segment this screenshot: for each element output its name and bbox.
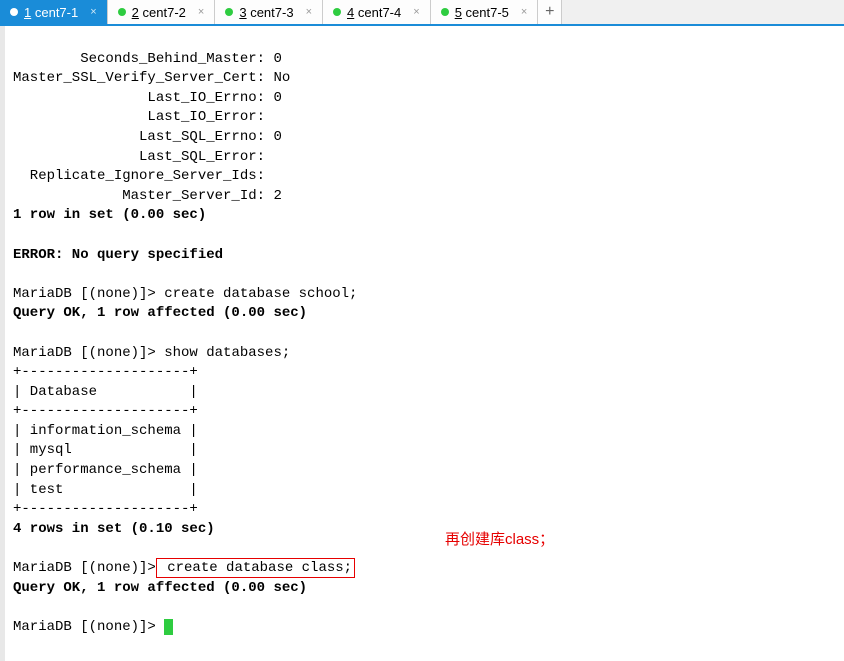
table-row: | test |	[13, 482, 198, 498]
annotation-text: 再创建库class；	[445, 530, 554, 550]
status-line: Last_SQL_Error:	[13, 149, 265, 165]
query-ok: Query OK, 1 row affected (0.00 sec)	[13, 580, 307, 596]
close-icon[interactable]: ×	[90, 6, 96, 18]
close-icon[interactable]: ×	[306, 6, 312, 18]
error-line: ERROR: No query specified	[13, 247, 223, 263]
close-icon[interactable]: ×	[413, 6, 419, 18]
table-border: +--------------------+	[13, 403, 198, 419]
status-line: Last_IO_Errno: 0	[13, 90, 282, 106]
sql-command: create database school;	[156, 286, 358, 302]
tab-number: 5	[455, 5, 462, 20]
prompt: MariaDB [(none)]>	[13, 560, 156, 576]
tab-bar: 1 cent7-1 × 2 cent7-2 × 3 cent7-3 × 4 ce…	[0, 0, 844, 26]
status-line: Last_IO_Error:	[13, 109, 265, 125]
status-line: Master_Server_Id: 2	[13, 188, 282, 204]
prompt: MariaDB [(none)]>	[13, 286, 156, 302]
tab-cent7-3[interactable]: 3 cent7-3 ×	[215, 0, 323, 24]
close-icon[interactable]: ×	[521, 6, 527, 18]
cursor-icon	[164, 619, 173, 635]
sql-command: show databases;	[156, 345, 290, 361]
status-dot-icon	[225, 8, 233, 16]
tab-cent7-5[interactable]: 5 cent7-5 ×	[431, 0, 539, 24]
tab-label: cent7-1	[35, 5, 78, 20]
space	[156, 619, 164, 635]
table-row: | performance_schema |	[13, 462, 198, 478]
status-dot-icon	[10, 8, 18, 16]
tab-number: 1	[24, 5, 31, 20]
close-icon[interactable]: ×	[198, 6, 204, 18]
status-line: Replicate_Ignore_Server_Ids:	[13, 168, 265, 184]
status-dot-icon	[441, 8, 449, 16]
status-dot-icon	[333, 8, 341, 16]
tab-cent7-2[interactable]: 2 cent7-2 ×	[108, 0, 216, 24]
highlighted-command: create database class;	[156, 558, 355, 578]
tab-number: 2	[132, 5, 139, 20]
table-border: +--------------------+	[13, 501, 198, 517]
status-line: Master_SSL_Verify_Server_Cert: No	[13, 70, 290, 86]
status-line: Seconds_Behind_Master: 0	[13, 51, 282, 67]
table-border: +--------------------+	[13, 364, 198, 380]
table-row: | mysql |	[13, 442, 198, 458]
tab-number: 3	[239, 5, 246, 20]
tab-number: 4	[347, 5, 354, 20]
result-summary: 4 rows in set (0.10 sec)	[13, 521, 215, 537]
prompt: MariaDB [(none)]>	[13, 345, 156, 361]
tab-label: cent7-2	[143, 5, 186, 20]
table-header: | Database |	[13, 384, 198, 400]
result-summary: 1 row in set (0.00 sec)	[13, 207, 206, 223]
tab-label: cent7-3	[250, 5, 293, 20]
tab-cent7-4[interactable]: 4 cent7-4 ×	[323, 0, 431, 24]
table-row: | information_schema |	[13, 423, 198, 439]
tab-label: cent7-4	[358, 5, 401, 20]
query-ok: Query OK, 1 row affected (0.00 sec)	[13, 305, 307, 321]
add-tab-button[interactable]: +	[538, 0, 562, 24]
prompt: MariaDB [(none)]>	[13, 619, 156, 635]
status-dot-icon	[118, 8, 126, 16]
tab-label: cent7-5	[466, 5, 509, 20]
status-line: Last_SQL_Errno: 0	[13, 129, 282, 145]
tab-cent7-1[interactable]: 1 cent7-1 ×	[0, 0, 108, 24]
terminal-output[interactable]: Seconds_Behind_Master: 0 Master_SSL_Veri…	[0, 26, 844, 661]
